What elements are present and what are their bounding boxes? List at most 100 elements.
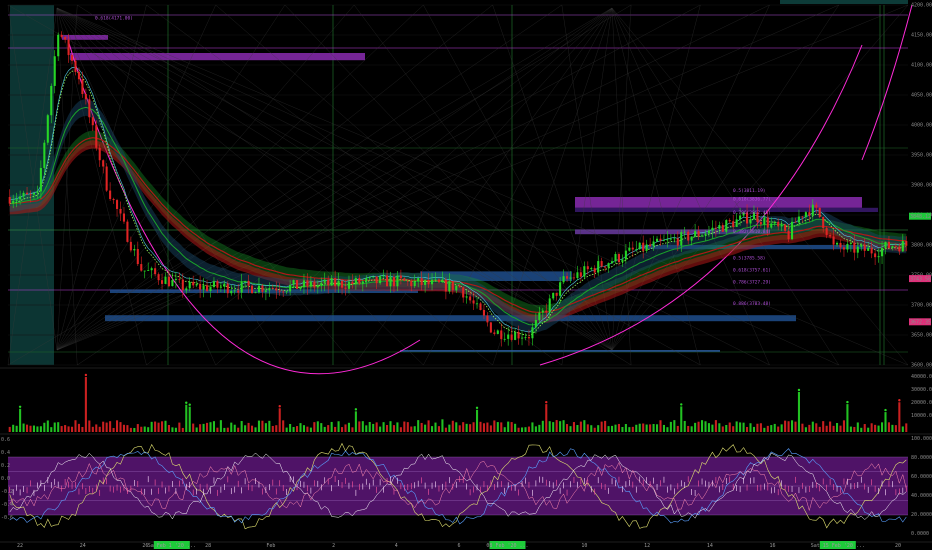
volume-bar xyxy=(67,426,70,432)
price-tick-label: 3800.00 xyxy=(911,243,932,249)
candle-body xyxy=(161,280,164,284)
candle-body xyxy=(562,276,565,283)
candle-body xyxy=(808,212,811,216)
fib-level-label: 0.618(3836.77) xyxy=(733,197,771,203)
candle-body xyxy=(583,266,586,277)
volume-bar xyxy=(379,426,382,432)
candle-body xyxy=(621,259,624,262)
volume-bar xyxy=(53,422,56,432)
fib-level-label: 0.786(3727.29) xyxy=(733,279,771,285)
candle-body xyxy=(289,284,292,292)
volume-bar xyxy=(157,422,160,432)
volume-bar xyxy=(29,425,32,432)
candle-body xyxy=(185,288,188,291)
volume-bar xyxy=(167,425,170,432)
fan-line xyxy=(611,7,632,366)
volume-bar xyxy=(517,427,520,432)
candle-body xyxy=(77,71,80,80)
volume-bar xyxy=(901,426,904,432)
volume-bar xyxy=(811,421,814,432)
price-marker-label: 3672.35 xyxy=(910,320,931,326)
candle-body xyxy=(669,238,672,240)
candle-body xyxy=(147,270,150,271)
volume-bar xyxy=(815,423,818,432)
candle-body xyxy=(811,204,814,216)
volume-bar xyxy=(829,421,832,432)
candle-body xyxy=(797,216,800,223)
time-tick-label: 4 xyxy=(395,543,398,549)
volume-bar xyxy=(126,425,129,432)
candle-body xyxy=(216,281,219,288)
candle-body xyxy=(839,242,842,248)
candle-body xyxy=(576,272,579,279)
candle-body xyxy=(119,208,122,214)
volume-tick-label: 10000.0K xyxy=(911,413,932,419)
candle-body xyxy=(514,331,517,340)
candle-body xyxy=(81,79,84,95)
volume-bar xyxy=(787,421,790,432)
trading-chart[interactable]: 0.5(3811.19) 0.618(3836.77) 0.786(3862.45)… xyxy=(0,0,932,550)
candle-body xyxy=(687,231,690,241)
volume-bar xyxy=(420,422,423,432)
fib-arc xyxy=(861,4,913,161)
candle-body xyxy=(424,279,427,285)
candle-body xyxy=(714,227,717,229)
candle-body xyxy=(302,280,305,288)
volume-bar xyxy=(638,423,641,432)
volume-bar xyxy=(572,422,575,432)
candle-body xyxy=(652,241,655,247)
volume-spike-dot xyxy=(188,403,191,406)
fib-level-label: 0.886(3703.48) xyxy=(733,301,771,307)
candle-body xyxy=(628,247,631,251)
candle-body xyxy=(29,194,32,196)
candle-body xyxy=(15,199,18,201)
candle-body xyxy=(645,244,648,251)
price-tick-label: 4200.00 xyxy=(911,3,932,9)
candle-body xyxy=(219,286,222,288)
candle-body xyxy=(223,283,226,287)
candle-body xyxy=(611,261,614,264)
volume-bar xyxy=(652,424,655,432)
fan-line xyxy=(611,7,909,366)
candle-body xyxy=(202,285,205,290)
fan-line xyxy=(56,7,770,366)
time-tick-label: 10 xyxy=(581,543,587,549)
volume-bar xyxy=(327,425,330,432)
volume-bar xyxy=(725,424,728,432)
volume-bar xyxy=(863,424,866,432)
volume-bar xyxy=(770,425,773,432)
volume-spike-dot xyxy=(545,400,548,404)
candle-body xyxy=(375,276,378,284)
volume-bar xyxy=(212,421,215,432)
candle-body xyxy=(718,225,721,229)
volume-spike-dot xyxy=(797,388,801,392)
candle-body xyxy=(240,281,243,293)
candle-body xyxy=(891,246,894,249)
candle-body xyxy=(666,239,669,241)
candle-body xyxy=(870,247,873,254)
volume-bar xyxy=(289,423,292,432)
volume-bar xyxy=(19,408,22,432)
volume-bar xyxy=(223,427,226,432)
price-marker-label: 3743.58 xyxy=(910,276,931,282)
volume-bar xyxy=(552,422,555,432)
volume-bar xyxy=(112,427,115,432)
candle-body xyxy=(226,283,229,294)
volume-bar xyxy=(202,423,205,432)
candle-body xyxy=(676,238,679,246)
candle-body xyxy=(396,275,399,287)
volume-bar xyxy=(178,422,181,432)
volume-bar xyxy=(354,411,357,432)
volume-bar xyxy=(631,426,634,432)
candle-body xyxy=(521,337,524,339)
volume-bar xyxy=(22,423,25,432)
candle-body xyxy=(794,221,797,223)
candle-body xyxy=(801,216,804,218)
candle-body xyxy=(337,280,340,287)
candle-body xyxy=(770,223,773,228)
volume-bar xyxy=(555,420,558,432)
candle-body xyxy=(417,278,420,282)
candle-body xyxy=(593,268,596,273)
candle-body xyxy=(129,241,132,251)
candle-body xyxy=(188,281,191,289)
